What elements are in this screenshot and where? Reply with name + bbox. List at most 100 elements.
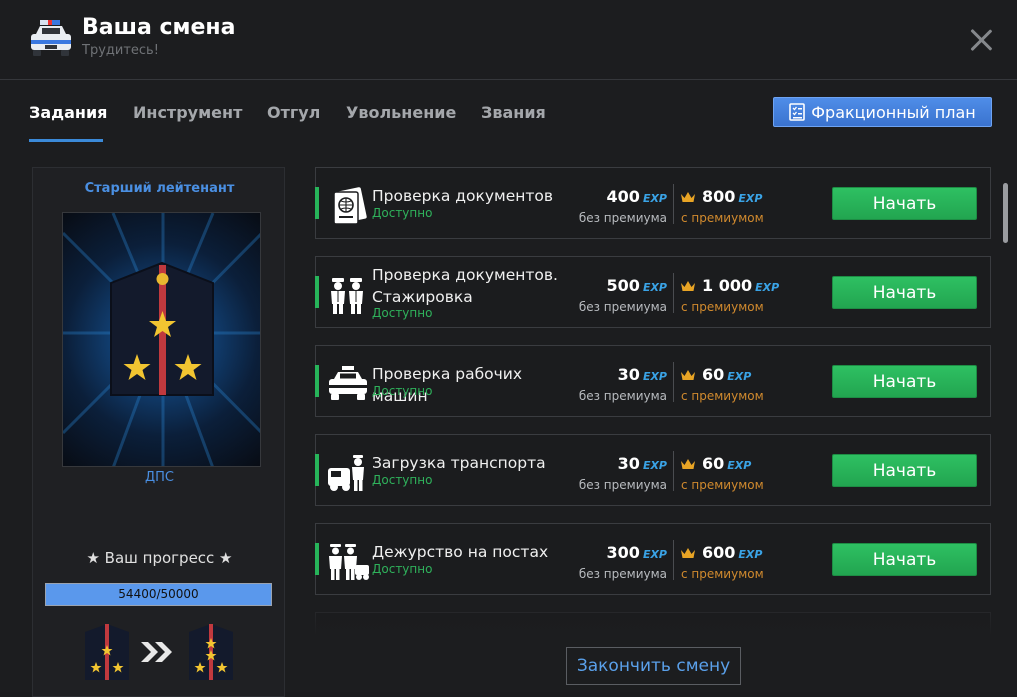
start-task-button[interactable]: Начать: [832, 187, 977, 220]
active-tab-indicator: [29, 139, 103, 142]
shoulder-strap-large-icon: [63, 213, 260, 466]
task-row: Дежурство на постах Доступно 300 EXP без пре…: [315, 523, 991, 595]
task-status: Доступно: [372, 306, 433, 320]
crown-icon: [681, 192, 695, 202]
crown-icon: [681, 370, 695, 380]
task-row: Проверка рабочих машин Доступно 30 EXP без п…: [315, 345, 991, 417]
scrollbar-thumb[interactable]: [1003, 183, 1008, 243]
task-name: Загрузка транспорта: [372, 454, 546, 472]
start-task-button[interactable]: Начать: [832, 543, 977, 576]
rank-organization: ДПС: [144, 470, 174, 485]
close-icon[interactable]: [967, 26, 995, 54]
exp-unit: EXP: [727, 459, 752, 472]
exp-unit: EXP: [738, 548, 763, 561]
start-task-button[interactable]: Начать: [832, 454, 977, 487]
task-name: Проверка документов: [372, 187, 554, 205]
with-premium-label: с премиумом: [681, 389, 764, 403]
task-exp-premium-value: 60: [702, 454, 725, 473]
task-exp-premium: 60 EXP: [680, 365, 751, 384]
task-exp-base-value: 30: [617, 454, 640, 473]
exp-unit: EXP: [642, 459, 667, 472]
task-exp-premium: 600 EXP: [680, 543, 762, 562]
next-rank-strap-icon: [189, 624, 233, 680]
patrol-post-icon: [329, 544, 369, 580]
tab-ranks[interactable]: Звания: [481, 103, 546, 122]
task-name: Дежурство на постах: [372, 543, 549, 561]
task-row: Проверка документов Доступно 400 EXP без пре…: [315, 167, 991, 239]
exp-unit: EXP: [738, 192, 763, 205]
task-exp-base-value: 30: [617, 365, 640, 384]
task-status-bar: [315, 187, 319, 219]
rank-panel: Старший лейтенант ДПС ★ Ваш прогресс ★ 5…: [32, 167, 285, 697]
no-premium-label: без премиума: [578, 300, 667, 314]
crown-icon: [681, 281, 695, 291]
task-exp-premium: 60 EXP: [680, 454, 751, 473]
faction-plan-button[interactable]: Фракционный план: [773, 97, 992, 127]
with-premium-label: с премиумом: [681, 300, 764, 314]
no-premium-label: без премиума: [578, 211, 667, 225]
task-exp-premium-value: 600: [702, 543, 736, 562]
faction-plan-label: Фракционный план: [811, 102, 976, 122]
task-exp-base: 30 EXP: [561, 454, 667, 473]
crown-icon: [681, 459, 695, 469]
rank-transition: [85, 624, 233, 680]
double-chevron-right-icon: [141, 642, 172, 662]
exp-unit: EXP: [727, 370, 752, 383]
task-status-bar: [315, 454, 319, 486]
window-subtitle: Трудитесь!: [82, 43, 159, 58]
task-status-bar: [315, 276, 319, 308]
no-premium-label: без премиума: [578, 567, 667, 581]
exp-unit: EXP: [642, 192, 667, 205]
task-exp-premium-value: 800: [702, 187, 736, 206]
task-exp-base-value: 400: [606, 187, 640, 206]
exp-unit: EXP: [755, 281, 780, 294]
task-exp-premium: 800 EXP: [680, 187, 762, 206]
police-car-icon: [31, 20, 71, 56]
task-status-bar: [315, 365, 319, 397]
task-exp-base: 30 EXP: [561, 365, 667, 384]
progress-label: ★ Ваш прогресс ★: [86, 549, 233, 567]
rank-title: Старший лейтенант: [84, 181, 235, 196]
finish-shift-button[interactable]: Закончить смену: [566, 647, 741, 685]
with-premium-label: с премиумом: [681, 211, 764, 225]
start-task-button[interactable]: Начать: [832, 365, 977, 398]
task-status-bar: [315, 543, 319, 575]
task-exp-base: 500 EXP: [561, 276, 667, 295]
task-status: Доступно: [372, 206, 433, 220]
task-exp-base-value: 500: [606, 276, 640, 295]
no-premium-label: без премиума: [578, 478, 667, 492]
task-exp-premium-value: 60: [702, 365, 725, 384]
task-list: Проверка документов Доступно 400 EXP без пре…: [315, 167, 992, 634]
checklist-icon: [789, 103, 806, 121]
officers-icon: [331, 278, 363, 314]
task-exp-base-value: 300: [606, 543, 640, 562]
start-task-button[interactable]: Начать: [832, 276, 977, 309]
exp-unit: EXP: [642, 281, 667, 294]
rank-insignia-card: [62, 212, 261, 467]
exp-unit: EXP: [642, 548, 667, 561]
no-premium-label: без премиума: [578, 389, 667, 403]
task-exp-base: 400 EXP: [561, 187, 667, 206]
task-exp-base: 300 EXP: [561, 543, 667, 562]
exp-unit: EXP: [642, 370, 667, 383]
passport-icon: [333, 187, 367, 225]
window-title: Ваша смена: [82, 15, 236, 40]
task-status: Доступно: [372, 562, 433, 576]
tab-leave[interactable]: Отгул: [267, 103, 320, 122]
tab-dismissal[interactable]: Увольнение: [346, 103, 456, 122]
tab-tools[interactable]: Инструмент: [133, 103, 242, 122]
task-status: Доступно: [372, 384, 433, 398]
task-row: Проверка документов. Стажировка Доступно 5…: [315, 256, 991, 328]
tab-tasks[interactable]: Задания: [29, 103, 107, 122]
police-car-icon: [329, 366, 367, 400]
task-status: Доступно: [372, 473, 433, 487]
task-exp-premium: 1 000 EXP: [680, 276, 779, 295]
with-premium-label: с премиумом: [681, 567, 764, 581]
tow-officer-icon: [328, 455, 364, 491]
rank-progress-text: 54400/50000: [118, 587, 199, 601]
task-exp-premium-value: 1 000: [702, 276, 753, 295]
current-rank-strap-icon: [85, 624, 129, 680]
task-row: Загрузка транспорта Доступно 30 EXP без прем…: [315, 434, 991, 506]
crown-icon: [681, 548, 695, 558]
with-premium-label: с премиумом: [681, 478, 764, 492]
